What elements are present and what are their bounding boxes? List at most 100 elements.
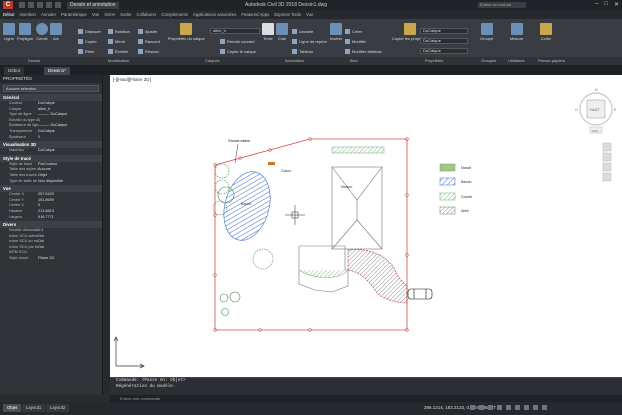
tab-collaborer[interactable]: Collaborer	[137, 12, 157, 17]
panel-label-draw[interactable]: Dessin	[28, 58, 40, 63]
polyline-tool[interactable]: Polyligne	[17, 23, 33, 41]
edit-attributes-tool[interactable]: Modifier attributs	[345, 49, 382, 54]
polar-icon[interactable]	[497, 405, 502, 410]
tab-vue-2[interactable]: Vue	[306, 12, 314, 17]
property-row[interactable]: Largeur 516.7771	[0, 215, 102, 221]
tab-gerer[interactable]: Gérer	[104, 12, 115, 17]
property-section[interactable]: Général	[0, 94, 102, 101]
line-tool[interactable]: Ligne	[3, 23, 15, 41]
close-button[interactable]: ✕	[614, 1, 619, 8]
arc-tool[interactable]: Arc	[50, 23, 62, 41]
viewcube-west[interactable]: O	[575, 108, 578, 112]
workspace-dropdown[interactable]: Dessin et annotation	[67, 1, 119, 9]
property-row[interactable]: Épaisseur 0	[0, 135, 102, 141]
osnap-icon[interactable]	[506, 405, 511, 410]
array-tool[interactable]: Réseau	[138, 49, 159, 54]
panel-label-block[interactable]: Bloc	[350, 58, 358, 63]
fillet-tool[interactable]: Raccord	[138, 39, 160, 44]
property-section[interactable]: Vue	[0, 185, 102, 193]
tab-insertion[interactable]: Insertion	[19, 12, 35, 17]
tab-vue[interactable]: Vue	[92, 12, 100, 17]
match-layer-tool[interactable]: Copier le calque	[220, 49, 256, 54]
stretch-tool[interactable]: Étirer	[78, 49, 95, 54]
layer-properties-tool[interactable]: Propriétés du calque	[168, 23, 205, 41]
property-value[interactable]: 516.7771	[38, 215, 102, 221]
tab-featured-apps[interactable]: Featured Apps	[241, 12, 269, 17]
undo-icon[interactable]	[46, 2, 52, 8]
customize-icon[interactable]	[542, 405, 547, 410]
command-input[interactable]: Entrez une commande	[110, 395, 622, 402]
viewcube-north[interactable]: N	[595, 88, 598, 92]
dimension-tool[interactable]: Cote	[276, 23, 288, 41]
property-value[interactable]: 0	[38, 135, 102, 141]
paste-tool[interactable]: Coller	[540, 23, 552, 41]
selection-dropdown[interactable]: Aucune sélection	[3, 85, 99, 92]
move-tool[interactable]: Déplacer	[78, 29, 101, 34]
new-icon[interactable]	[19, 2, 25, 8]
search-input[interactable]: Entrez un mot-clé	[478, 2, 526, 8]
linetype-combo[interactable]: DuCalque	[420, 48, 468, 54]
workspace-icon[interactable]	[533, 405, 538, 410]
property-value[interactable]: Filaire 2D	[38, 256, 102, 262]
text-tool[interactable]: Texte	[262, 23, 274, 41]
trim-tool[interactable]: Ajuster	[138, 29, 157, 34]
panel-label-groups[interactable]: Groupes	[481, 58, 496, 63]
insert-tool[interactable]: Insérer	[330, 23, 342, 41]
tab-model[interactable]: Objet	[3, 404, 22, 412]
property-value[interactable]: DuCalque	[38, 148, 102, 154]
linear-tool[interactable]: Linéaire	[292, 29, 313, 34]
tab-layout1[interactable]: Layout1	[22, 404, 46, 412]
tab-applications[interactable]: Applications associées	[193, 12, 236, 17]
redo-icon[interactable]	[55, 2, 61, 8]
tab-express-tools[interactable]: Express Tools	[274, 12, 301, 17]
group-tool[interactable]: Groupe	[480, 23, 493, 41]
viewcube-face[interactable]: HAUT	[590, 108, 600, 112]
lineweight-icon[interactable]	[515, 405, 520, 410]
minimize-button[interactable]: –	[595, 1, 598, 8]
scale-tool[interactable]: Échelle	[108, 49, 128, 54]
tab-layout2[interactable]: Layout2	[46, 404, 70, 412]
tab-complements[interactable]: Complements	[161, 12, 188, 17]
layer-combo[interactable]: allee_h	[210, 28, 260, 34]
property-section[interactable]: Visualisation 3D	[0, 141, 102, 149]
property-row[interactable]: Matériau DuCalque	[0, 148, 102, 154]
circle-tool[interactable]: Cercle	[36, 23, 48, 41]
panel-label-clipboard[interactable]: Presse-papiers	[538, 58, 565, 63]
edit-block-tool[interactable]: Modifier	[345, 39, 366, 44]
measure-tool[interactable]: Mesure	[510, 23, 523, 41]
property-row[interactable]: Style visuel Filaire 2D	[0, 256, 102, 262]
tab-parametrique[interactable]: Paramétrique	[61, 12, 87, 17]
property-value[interactable]: Non disponible	[38, 179, 102, 185]
ortho-icon[interactable]	[488, 405, 493, 410]
leader-tool[interactable]: Ligne de repère	[292, 39, 327, 44]
table-tool[interactable]: Tableau	[292, 49, 313, 54]
mirror-tool[interactable]: Miroir	[108, 39, 125, 44]
panel-label-properties[interactable]: Propriétés	[425, 58, 443, 63]
tab-sortie[interactable]: Sortie	[120, 12, 131, 17]
property-section[interactable]: Divers	[0, 221, 102, 229]
panel-label-layers[interactable]: Calques	[205, 58, 220, 63]
tab-start[interactable]: Début	[4, 67, 25, 75]
panel-label-modify[interactable]: Modification	[108, 58, 129, 63]
property-row[interactable]: Type de table de tr...Non disponible	[0, 179, 102, 185]
annotation-scale-icon[interactable]	[524, 405, 529, 410]
panel-label-annotation[interactable]: Annotation	[285, 58, 304, 63]
make-current-tool[interactable]: Rendre courant	[220, 39, 255, 44]
maximize-button[interactable]: □	[604, 1, 608, 8]
viewcube-east[interactable]: E	[614, 108, 617, 112]
open-icon[interactable]	[28, 2, 34, 8]
property-section[interactable]: Style de tracé	[0, 154, 102, 162]
lineweight-combo[interactable]: DuCalque	[420, 38, 468, 44]
copy-tool[interactable]: Copier	[78, 39, 97, 44]
save-icon[interactable]	[37, 2, 43, 8]
snap-icon[interactable]	[479, 405, 484, 410]
tab-annoter[interactable]: Annoter	[41, 12, 56, 17]
drawing-viewport[interactable]: Maison Bassin Groove mileur Gazon Massif…	[110, 75, 622, 377]
color-combo[interactable]: DuCalque	[420, 28, 468, 34]
app-logo[interactable]: C	[3, 1, 13, 9]
tab-drawing1[interactable]: Dessin1*	[44, 67, 71, 75]
grid-icon[interactable]	[470, 405, 475, 410]
rotate-tool[interactable]: Rotation	[108, 29, 130, 34]
create-block-tool[interactable]: Créer	[345, 29, 362, 34]
ucs-menu-label[interactable]: SCU	[592, 129, 598, 133]
